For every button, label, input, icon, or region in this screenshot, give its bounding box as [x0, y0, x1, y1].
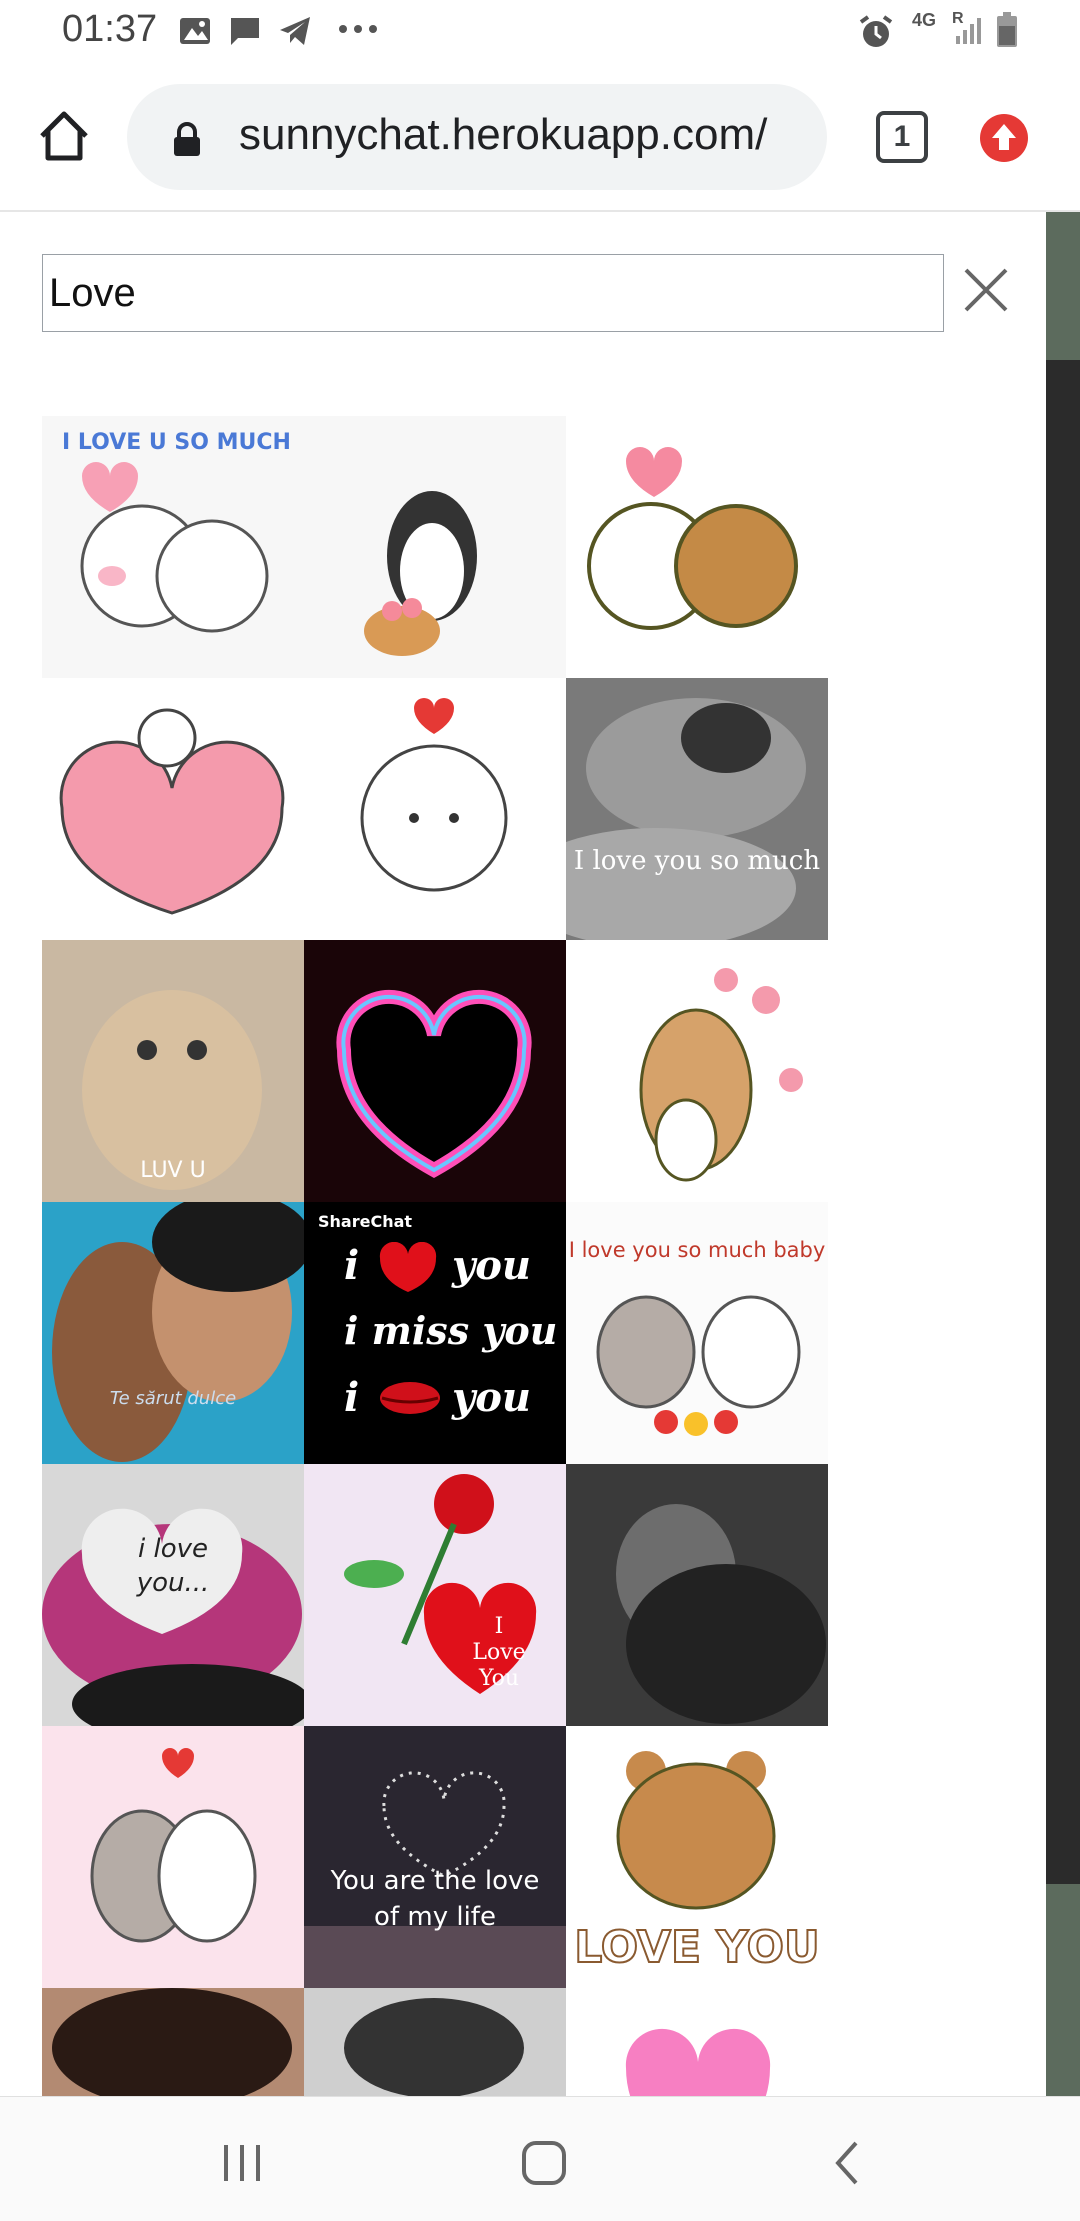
- gif-tile[interactable]: I LOVE U SO MUCH: [42, 416, 566, 678]
- tile-caption: I LOVE U SO MUCH: [62, 430, 291, 455]
- tile-caption: I love you so much baby: [568, 1238, 826, 1262]
- tile-caption-line: i: [344, 1374, 360, 1421]
- alarm-icon: [858, 14, 894, 55]
- home-nav-button[interactable]: [514, 2133, 574, 2193]
- tile-caption: You are the love: [330, 1866, 540, 1896]
- home-icon: [40, 111, 88, 161]
- lock-icon: [171, 121, 203, 162]
- gif-tile[interactable]: [566, 940, 828, 1202]
- status-bar: 01:37 4G R: [0, 0, 1080, 62]
- gif-tile[interactable]: [304, 940, 566, 1202]
- gif-grid: I LOVE U SO MUCH I love you so much LUV …: [42, 416, 830, 2098]
- network-4g-icon: 4G: [912, 10, 936, 31]
- page-scrollbar[interactable]: [1046, 212, 1080, 2098]
- tile-caption: i love: [137, 1534, 208, 1564]
- gif-tile[interactable]: Te sărut dulce: [42, 1202, 304, 1464]
- recents-icon: [224, 2145, 260, 2181]
- tile-caption: I love you so much: [573, 846, 821, 876]
- battery-icon: [996, 12, 1018, 53]
- tile-caption: Te sărut dulce: [109, 1388, 237, 1409]
- gif-tile[interactable]: ShareChat i you i miss you i you: [304, 1202, 566, 1464]
- tile-caption-line: you: [452, 1374, 532, 1421]
- close-icon: [964, 268, 1008, 312]
- gif-tile[interactable]: [304, 678, 566, 940]
- search-input[interactable]: [42, 254, 944, 332]
- system-nav-bar: [0, 2096, 1080, 2221]
- gallery-icon: [178, 14, 212, 53]
- tile-caption: you...: [136, 1568, 210, 1598]
- back-icon: [835, 2141, 858, 2185]
- gif-tile[interactable]: You are the love of my life: [304, 1726, 566, 1988]
- gif-tile[interactable]: [566, 1988, 828, 2098]
- browser-toolbar: sunnychat.herokuapp.com/ 1: [0, 62, 1080, 210]
- gif-tile[interactable]: LUV U: [42, 940, 304, 1202]
- scrollbar-thumb-bottom[interactable]: [1046, 1884, 1080, 2098]
- tab-switcher-button[interactable]: 1: [876, 111, 928, 163]
- network-label: 4G: [912, 10, 937, 30]
- tile-caption: LUV U: [140, 1158, 206, 1183]
- more-dots-icon: [338, 22, 378, 41]
- lips-icon: [380, 1382, 440, 1414]
- tile-caption: You: [478, 1666, 520, 1691]
- address-bar[interactable]: sunnychat.herokuapp.com/: [127, 84, 827, 190]
- sharechat-brand: ShareChat: [318, 1212, 413, 1231]
- gif-tile[interactable]: I love you so much baby: [566, 1202, 828, 1464]
- back-button[interactable]: [818, 2133, 878, 2193]
- update-arrow-icon: [992, 124, 1016, 150]
- gif-tile[interactable]: [42, 678, 304, 940]
- url-text: sunnychat.herokuapp.com/: [239, 110, 768, 159]
- gif-tile[interactable]: I love you so much: [566, 678, 828, 940]
- tile-caption: of my life: [374, 1902, 496, 1932]
- status-time: 01:37: [62, 8, 158, 50]
- recents-button[interactable]: [212, 2133, 272, 2193]
- gif-tile[interactable]: i love you...: [42, 1464, 304, 1726]
- heart-icon: [379, 1242, 437, 1292]
- page-content: I LOVE U SO MUCH: [0, 210, 1080, 2098]
- signal-icon: [954, 18, 984, 51]
- gif-tile[interactable]: I Love You: [304, 1464, 566, 1726]
- tile-caption: LOVE YOU: [573, 1921, 821, 1974]
- gif-tile[interactable]: [566, 416, 828, 678]
- message-icon: [228, 14, 262, 53]
- tile-caption-line: i miss you: [344, 1308, 558, 1353]
- tile-caption-line: you: [452, 1242, 532, 1289]
- gif-tile[interactable]: LOVE YOU: [566, 1726, 828, 1988]
- gif-tile[interactable]: [304, 1988, 566, 2098]
- scrollbar-thumb-top[interactable]: [1046, 212, 1080, 360]
- home-nav-icon: [522, 2141, 566, 2185]
- telegram-icon: [278, 14, 312, 53]
- home-button[interactable]: [34, 106, 94, 166]
- update-button[interactable]: [980, 114, 1028, 162]
- tile-caption: Love: [472, 1640, 526, 1665]
- gif-tile[interactable]: [42, 1726, 304, 1988]
- gif-tile[interactable]: [42, 1988, 304, 2098]
- gif-tile[interactable]: [566, 1464, 828, 1726]
- tile-caption-line: i: [344, 1242, 360, 1289]
- tile-caption: I: [494, 1614, 504, 1639]
- clear-search-button[interactable]: [958, 262, 1014, 318]
